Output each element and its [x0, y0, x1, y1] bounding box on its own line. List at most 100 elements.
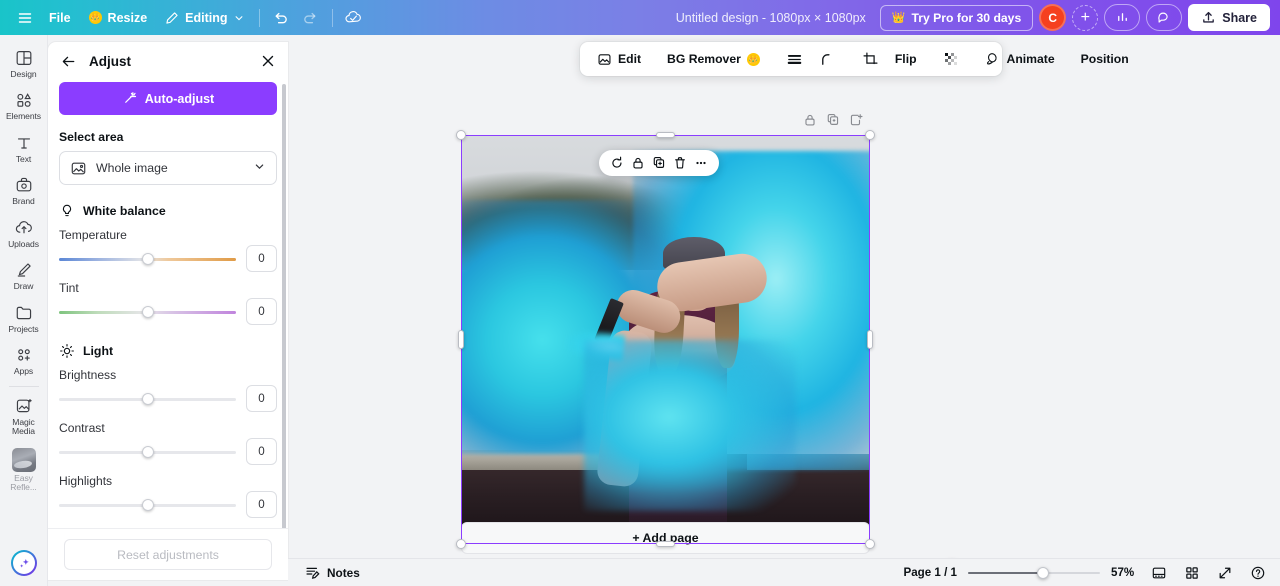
- animate-button[interactable]: Animate: [977, 46, 1063, 72]
- sidebar-item-easy-reflections[interactable]: Easy Refle...: [1, 441, 47, 497]
- brightness-slider[interactable]: [59, 390, 236, 408]
- edit-label: Edit: [618, 52, 642, 66]
- pen-draw-icon: [17, 263, 31, 277]
- crop-button[interactable]: [854, 46, 887, 72]
- lock-page-button[interactable]: [803, 113, 817, 132]
- highlights-value-input[interactable]: 0: [246, 491, 277, 518]
- slider-knob[interactable]: [141, 252, 154, 265]
- temperature-value-input[interactable]: 0: [246, 245, 277, 272]
- highlights-slider[interactable]: [59, 496, 236, 514]
- lock-icon: [805, 114, 815, 126]
- delete-element-button[interactable]: [671, 154, 689, 172]
- sidebar-item-projects[interactable]: Projects: [1, 296, 47, 338]
- sidebar-label: Easy Refle...: [10, 472, 37, 492]
- comment-bubble-icon: [1158, 12, 1168, 23]
- sidebar-label: Uploads: [8, 238, 39, 249]
- resize-handle-right[interactable]: [867, 330, 873, 349]
- tint-value-input[interactable]: 0: [246, 298, 277, 325]
- redo-button[interactable]: [296, 4, 326, 32]
- edit-image-button[interactable]: Edit: [589, 46, 649, 72]
- panel-back-button[interactable]: [60, 53, 77, 70]
- resize-handle-left[interactable]: [458, 330, 464, 349]
- contrast-value-input[interactable]: 0: [246, 438, 277, 465]
- fullscreen-button[interactable]: [1214, 562, 1236, 584]
- zoom-fill: [968, 571, 1044, 574]
- share-button[interactable]: Share: [1188, 4, 1270, 31]
- sidebar-item-magic-media[interactable]: Magic Media: [1, 389, 47, 441]
- group-white-balance: White balance: [59, 203, 277, 219]
- user-avatar[interactable]: C: [1039, 4, 1067, 31]
- cloud-save-status-button[interactable]: [339, 4, 369, 32]
- page-view-icon: [1152, 567, 1166, 578]
- sidebar-item-brand[interactable]: Brand: [1, 168, 47, 210]
- filters-button[interactable]: [778, 46, 811, 72]
- notes-button[interactable]: Notes: [299, 562, 366, 583]
- slider-knob[interactable]: [141, 498, 154, 511]
- duplicate-element-button[interactable]: [650, 154, 668, 172]
- hamburger-icon: [18, 12, 32, 23]
- resize-handle-bottom[interactable]: [656, 541, 675, 547]
- sidebar-item-elements[interactable]: Elements: [1, 83, 47, 125]
- try-pro-button[interactable]: 👑 Try Pro for 30 days: [879, 4, 1034, 31]
- corner-radius-button[interactable]: [811, 46, 844, 72]
- folder-icon: [16, 306, 31, 319]
- bg-remover-button[interactable]: BG Remover 👑: [659, 46, 768, 72]
- resize-handle-bottom-left[interactable]: [456, 539, 466, 549]
- help-button[interactable]: [1247, 562, 1269, 584]
- slider-knob[interactable]: [141, 392, 154, 405]
- zoom-slider[interactable]: [968, 565, 1100, 581]
- more-options-button[interactable]: [692, 154, 710, 172]
- panel-scrollbar[interactable]: [282, 80, 286, 580]
- sidebar-item-uploads[interactable]: Uploads: [1, 211, 47, 253]
- flip-button[interactable]: Flip: [887, 46, 925, 72]
- design-page[interactable]: [461, 135, 870, 544]
- insights-button[interactable]: [1104, 4, 1141, 31]
- control-label: Temperature: [59, 228, 127, 242]
- transparency-button[interactable]: [935, 46, 967, 72]
- rotate-button[interactable]: [608, 154, 626, 172]
- magic-studio-button[interactable]: [11, 550, 37, 576]
- slider-knob[interactable]: [141, 445, 154, 458]
- resize-handle-top[interactable]: [656, 132, 675, 138]
- lock-element-button[interactable]: [629, 154, 647, 172]
- reset-adjustments-button[interactable]: Reset adjustments: [64, 539, 272, 570]
- slider-knob[interactable]: [141, 305, 154, 318]
- contrast-slider[interactable]: [59, 443, 236, 461]
- add-page-button[interactable]: [849, 113, 863, 132]
- try-pro-label: Try Pro for 30 days: [911, 10, 1022, 25]
- brightness-value-input[interactable]: 0: [246, 385, 277, 412]
- fullscreen-icon: [1219, 567, 1231, 578]
- resize-button[interactable]: 👑 Resize: [80, 6, 157, 30]
- resize-handle-bottom-right[interactable]: [865, 539, 875, 549]
- sidebar-item-draw[interactable]: Draw: [1, 253, 47, 295]
- position-button[interactable]: Position: [1073, 46, 1137, 72]
- sidebar-item-design[interactable]: Design: [1, 41, 47, 83]
- undo-button[interactable]: [266, 4, 296, 32]
- resize-handle-top-right[interactable]: [865, 130, 875, 140]
- duplicate-page-button[interactable]: [826, 113, 840, 132]
- sidebar-item-text[interactable]: Text: [1, 126, 47, 168]
- hamburger-menu-button[interactable]: [10, 4, 40, 32]
- file-menu-button[interactable]: File: [40, 6, 80, 30]
- bar-chart-icon: [1117, 13, 1127, 21]
- sidebar-item-apps[interactable]: Apps: [1, 338, 47, 380]
- select-area-dropdown[interactable]: Whole image: [59, 151, 277, 185]
- auto-adjust-button[interactable]: Auto-adjust: [59, 82, 277, 115]
- invite-members-button[interactable]: +: [1072, 4, 1099, 31]
- scrollbar-thumb[interactable]: [282, 84, 286, 544]
- zoom-knob[interactable]: [1037, 566, 1050, 579]
- panel-close-button[interactable]: [260, 53, 276, 69]
- divider: [258, 8, 260, 27]
- tint-slider[interactable]: [59, 303, 236, 321]
- resize-handle-top-left[interactable]: [456, 130, 466, 140]
- grid-view-button[interactable]: [1181, 562, 1203, 584]
- document-title: Untitled design - 1080px × 1080px: [675, 10, 866, 25]
- page-view-button[interactable]: [1148, 562, 1170, 584]
- comments-button[interactable]: [1146, 4, 1183, 31]
- control-label: Highlights: [59, 474, 113, 488]
- temperature-slider[interactable]: [59, 250, 236, 268]
- editing-mode-button[interactable]: Editing: [156, 6, 252, 30]
- photo-image[interactable]: [461, 135, 870, 544]
- add-page-bar[interactable]: + Add page: [461, 522, 870, 554]
- adjust-bars-icon: [787, 54, 802, 64]
